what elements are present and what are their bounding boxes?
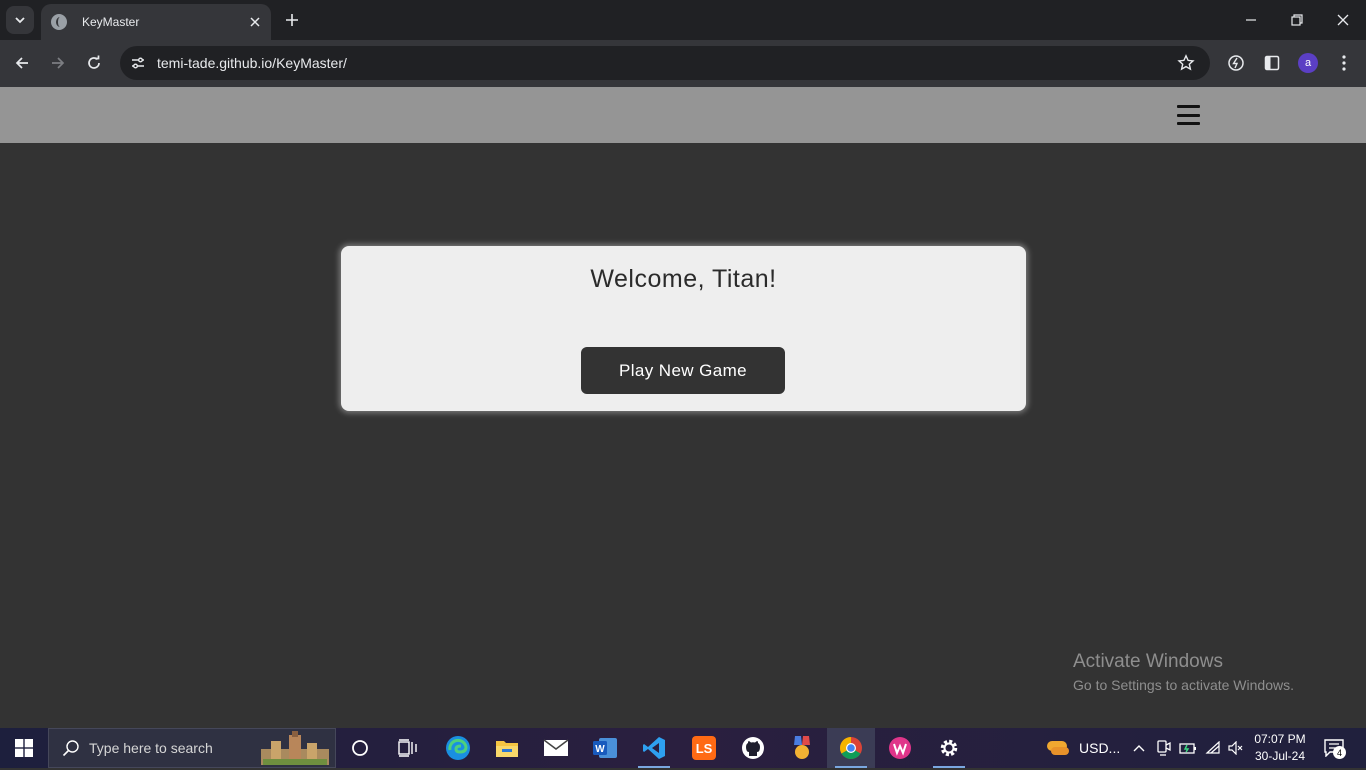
arrow-right-icon (52, 57, 65, 69)
browser-tab-keymaster[interactable]: KeyMaster (41, 4, 271, 40)
word-icon: W (593, 738, 617, 758)
tray-volume[interactable] (1224, 728, 1248, 768)
taskbar-chrome[interactable] (827, 728, 875, 768)
minimize-icon (1246, 19, 1256, 21)
welcome-card: Welcome, Titan! Play New Game (341, 246, 1026, 411)
taskbar-medal-app[interactable] (778, 728, 826, 768)
task-view-icon (398, 739, 417, 757)
tab-title: KeyMaster (82, 15, 140, 29)
github-icon (742, 737, 764, 759)
welcome-heading: Welcome, Titan! (590, 265, 777, 293)
windows-taskbar: Type here to search W LS USD... 07:07 PM… (0, 728, 1366, 768)
back-button[interactable] (8, 49, 36, 77)
browser-toolbar: temi-tade.github.io/KeyMaster/ a (0, 40, 1366, 87)
globe-icon (51, 14, 67, 30)
task-view-button[interactable] (384, 728, 432, 768)
restore-button[interactable] (1274, 0, 1320, 40)
windows-logo-icon (15, 739, 33, 757)
plus-icon (286, 14, 298, 26)
volume-muted-icon (1228, 741, 1243, 755)
reload-button[interactable] (80, 49, 108, 77)
gear-icon (940, 739, 958, 757)
taskbar-wps[interactable] (876, 728, 924, 768)
vscode-icon (643, 737, 665, 759)
taskbar-github[interactable] (729, 728, 777, 768)
taskbar-mail[interactable] (532, 728, 580, 768)
bookmark-star-icon[interactable] (1174, 51, 1198, 75)
edge-icon (446, 736, 470, 760)
battery-charging-icon (1179, 743, 1196, 754)
start-button[interactable] (0, 728, 48, 768)
minimize-button[interactable] (1228, 0, 1274, 40)
chrome-icon (840, 737, 862, 759)
taskbar-word[interactable]: W (581, 728, 629, 768)
taskbar-vscode[interactable] (630, 728, 678, 768)
chevron-up-icon (1133, 745, 1145, 752)
notification-count-badge: 4 (1333, 746, 1346, 759)
watermark-subtitle: Go to Settings to activate Windows. (1073, 677, 1294, 693)
taskbar-search-box[interactable]: Type here to search (48, 728, 336, 768)
arrow-left-icon (15, 57, 28, 69)
tab-close-button[interactable] (247, 14, 263, 30)
folder-icon (496, 741, 518, 757)
profile-avatar[interactable]: a (1298, 53, 1318, 73)
search-icon (61, 738, 81, 758)
search-placeholder: Type here to search (89, 740, 213, 756)
cortana-button[interactable] (336, 728, 384, 768)
activate-windows-watermark: Activate Windows Go to Settings to activ… (1073, 651, 1294, 693)
wifi-icon (1205, 741, 1220, 754)
weather-widget[interactable] (1034, 728, 1082, 768)
more-menu-icon[interactable] (1332, 51, 1356, 75)
taskbar-settings[interactable] (925, 728, 973, 768)
taskbar-edge[interactable] (434, 728, 482, 768)
tray-wifi[interactable] (1200, 728, 1226, 768)
restore-icon (1291, 14, 1303, 26)
close-icon (250, 17, 260, 27)
tray-show-hidden-icons[interactable] (1126, 728, 1152, 768)
search-highlight-illustration-icon (259, 731, 331, 765)
url-text[interactable]: temi-tade.github.io/KeyMaster/ (157, 55, 1174, 71)
cortana-circle-icon (352, 740, 368, 756)
medal-icon (794, 736, 810, 759)
site-header (0, 87, 1366, 143)
address-bar[interactable]: temi-tade.github.io/KeyMaster/ (120, 46, 1210, 80)
wps-icon (889, 737, 911, 759)
svg-text:W: W (595, 744, 605, 755)
forward-button[interactable] (44, 49, 72, 77)
weather-icon (1047, 741, 1069, 755)
taskbar-file-explorer[interactable] (483, 728, 531, 768)
taskbar-clock[interactable]: 07:07 PM 30-Jul-24 (1250, 731, 1310, 765)
action-center-button[interactable]: 4 (1322, 736, 1346, 760)
camera-icon (1157, 740, 1171, 756)
side-panel-icon[interactable] (1260, 51, 1284, 75)
clock-time: 07:07 PM (1254, 732, 1306, 746)
page-viewport: Welcome, Titan! Play New Game Activate W… (0, 87, 1366, 728)
mail-icon (543, 739, 569, 756)
tray-meet-now[interactable] (1152, 728, 1176, 768)
taskbar-livestorm[interactable]: LS (680, 728, 728, 768)
close-icon (1337, 14, 1349, 26)
tab-search-button[interactable] (6, 6, 34, 34)
extension-icon[interactable] (1224, 51, 1248, 75)
site-info-icon[interactable] (128, 53, 148, 73)
ls-app-icon: LS (692, 736, 716, 760)
chevron-down-icon (15, 17, 25, 24)
window-close-button[interactable] (1320, 0, 1366, 40)
watermark-title: Activate Windows (1073, 651, 1223, 672)
tray-battery[interactable] (1176, 728, 1200, 768)
weather-label[interactable]: USD... (1079, 740, 1120, 756)
new-tab-button[interactable] (280, 8, 304, 32)
hamburger-menu-icon[interactable] (1176, 104, 1201, 126)
browser-tab-strip: KeyMaster (0, 0, 1366, 40)
svg-text:LS: LS (696, 741, 713, 756)
play-new-game-button[interactable]: Play New Game (581, 347, 785, 394)
reload-icon (88, 55, 100, 69)
clock-date: 30-Jul-24 (1254, 749, 1306, 763)
